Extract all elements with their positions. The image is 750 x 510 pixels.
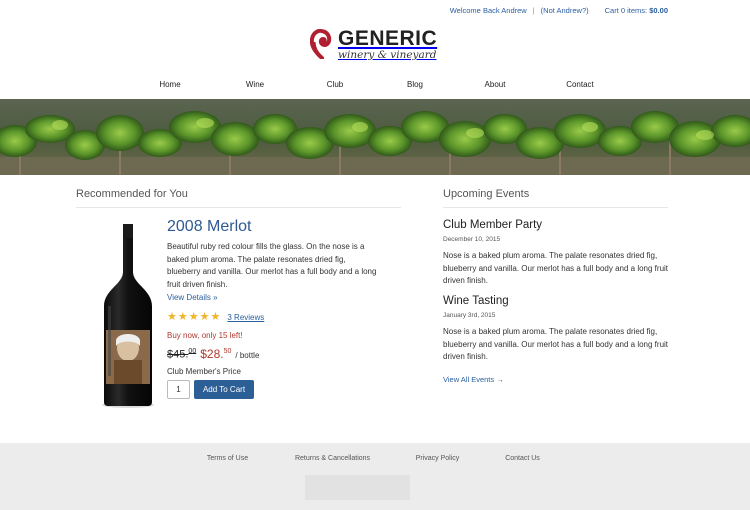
- cart-label: Cart 0 items:: [604, 6, 648, 15]
- reviews-link[interactable]: 3 Reviews: [227, 313, 264, 322]
- brand-name: GENERIC: [338, 27, 438, 50]
- events-heading: Upcoming Events: [443, 188, 530, 200]
- not-user-link[interactable]: (Not Andrew?): [541, 6, 589, 15]
- footer-returns-link[interactable]: Returns & Cancellations: [273, 455, 393, 462]
- member-price-label: Club Member's Price: [167, 367, 241, 376]
- sale-price: $28.50: [200, 347, 232, 361]
- add-to-cart-button[interactable]: Add To Cart: [194, 380, 254, 399]
- star-icon: ★: [210, 311, 221, 323]
- recommended-divider: [76, 207, 401, 208]
- cart-link[interactable]: Cart 0 items: $0.00: [605, 6, 668, 15]
- event-title[interactable]: Wine Tasting: [443, 295, 509, 307]
- star-icon: ★: [177, 311, 188, 323]
- star-icon: ★: [188, 311, 199, 323]
- price-block: $45.00 $28.50 / bottle: [167, 347, 259, 361]
- account-bar: Welcome Back Andrew | (Not Andrew?) Cart…: [450, 6, 668, 15]
- events-divider: [443, 207, 668, 208]
- footer-privacy-link[interactable]: Privacy Policy: [393, 455, 483, 462]
- star-icon: ★: [167, 311, 177, 323]
- price-unit: / bottle: [235, 351, 260, 360]
- view-details-link[interactable]: View Details »: [167, 293, 218, 302]
- brand-tagline: winery & vineyard: [338, 49, 437, 61]
- event-description: Nose is a baked plum aroma. The palate r…: [443, 327, 669, 361]
- vineyard-banner: [0, 99, 750, 175]
- event-date: January 3rd, 2015: [443, 312, 496, 319]
- stock-notice: Buy now, only 15 left!: [167, 331, 243, 340]
- wine-bottle-image[interactable]: [98, 222, 158, 408]
- nav-home[interactable]: Home: [145, 80, 195, 89]
- footer-contact-link[interactable]: Contact Us: [483, 455, 563, 462]
- site-logo[interactable]: GENERIC winery & vineyard: [310, 28, 437, 61]
- footer-nav: Terms of Use Returns & Cancellations Pri…: [0, 455, 750, 462]
- quantity-input[interactable]: [167, 380, 190, 399]
- grape-swirl-icon: [310, 29, 332, 60]
- separator: |: [532, 6, 535, 15]
- nav-wine[interactable]: Wine: [235, 80, 275, 89]
- rating-stars: ★ ★ ★ ★ ★ 3 Reviews: [167, 312, 264, 323]
- original-price: $45.00: [167, 348, 197, 361]
- recommended-heading: Recommended for You: [76, 188, 188, 200]
- main-nav: Home Wine Club Blog About Contact: [0, 80, 750, 89]
- nav-blog[interactable]: Blog: [395, 80, 435, 89]
- vineyard-image: [0, 99, 750, 175]
- welcome-link[interactable]: Welcome Back Andrew: [450, 6, 527, 15]
- star-icon: ★: [199, 311, 210, 323]
- product-description: Beautiful ruby red colour fills the glas…: [167, 242, 377, 289]
- footer-terms-link[interactable]: Terms of Use: [188, 455, 268, 462]
- event-date: December 10, 2015: [443, 236, 501, 243]
- nav-club[interactable]: Club: [315, 80, 355, 89]
- view-all-events-link[interactable]: View All Events →: [443, 375, 504, 384]
- event-title[interactable]: Club Member Party: [443, 219, 542, 231]
- cart-total: $0.00: [649, 6, 668, 15]
- nav-contact[interactable]: Contact: [555, 80, 605, 89]
- footer-badge-area: [305, 475, 410, 500]
- nav-about[interactable]: About: [475, 80, 515, 89]
- product-title[interactable]: 2008 Merlot: [167, 218, 252, 236]
- event-description: Nose is a baked plum aroma. The palate r…: [443, 251, 669, 285]
